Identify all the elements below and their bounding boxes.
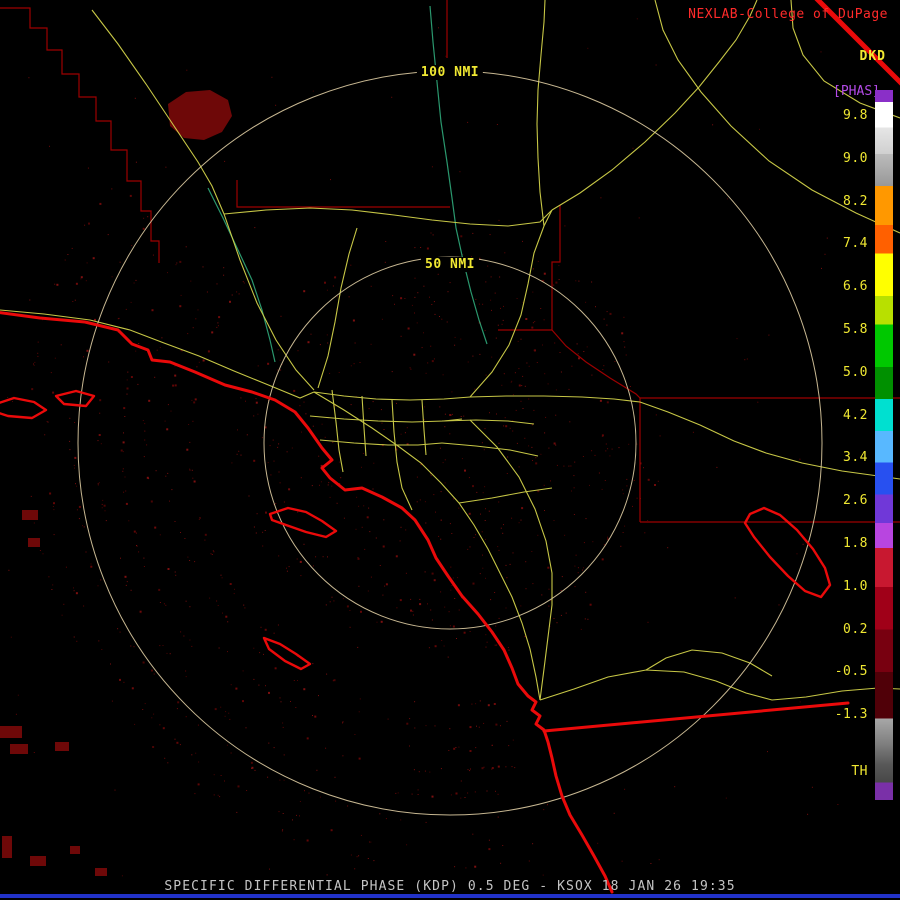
santa-catalina-island xyxy=(268,506,338,539)
mexico-border-line xyxy=(542,701,850,733)
colorbar-tick-label: 4.2 xyxy=(843,407,868,423)
radar-map xyxy=(0,0,900,894)
colorbar-tick-label: TH xyxy=(851,764,868,779)
product-title: SPECIFIC DIFFERENTIAL PHASE (KDP) 0.5 DE… xyxy=(164,879,736,894)
colorbar-tick-label: 6.6 xyxy=(843,279,868,295)
highways xyxy=(0,0,900,701)
colorbar-tick-label: 9.0 xyxy=(843,150,868,166)
channel-island-west xyxy=(0,396,48,420)
colorbar-tick-label: 9.8 xyxy=(843,108,868,123)
san-clemente-island xyxy=(262,636,312,671)
colorbar-tick-label: 7.4 xyxy=(843,236,868,252)
colorbar-tick-label: -0.5 xyxy=(834,664,868,680)
channel-island-east xyxy=(54,389,96,408)
brand-label: NEXLAB-College of DuPage xyxy=(688,7,888,22)
product-tag-label: [PHAS] xyxy=(833,84,880,99)
colorbar-tick-label: 5.8 xyxy=(843,322,868,337)
radar-echo-speckles xyxy=(7,18,839,877)
radar-echo-patches xyxy=(0,90,232,876)
colorbar-tick-label: 5.0 xyxy=(843,364,868,380)
station-product-code: DKD xyxy=(859,49,886,64)
rivers xyxy=(207,5,488,363)
colorbar-tick-label: 3.4 xyxy=(843,450,868,466)
colorbar-tick-label: 2.6 xyxy=(843,493,868,509)
colorbar-tick-label: 1.8 xyxy=(843,536,868,551)
salton-sea-outline xyxy=(743,506,832,599)
colorbar-tick-label: -1.3 xyxy=(834,707,868,723)
radar-display: NEXLAB-College of DuPage DKD [PHAS] 100 … xyxy=(0,0,900,900)
bottom-blue-bar xyxy=(0,894,900,898)
range-ring-100nmi-label: 100 NMI xyxy=(416,65,484,80)
colorbar-tick-label: 1.0 xyxy=(843,578,868,594)
colorbar-tick-label: 8.2 xyxy=(843,193,868,209)
range-ring-50nmi-label: 50 NMI xyxy=(421,257,479,272)
islands xyxy=(0,389,832,671)
color-scale-bar xyxy=(875,90,893,800)
colorbar-tick-label: 0.2 xyxy=(843,621,868,637)
